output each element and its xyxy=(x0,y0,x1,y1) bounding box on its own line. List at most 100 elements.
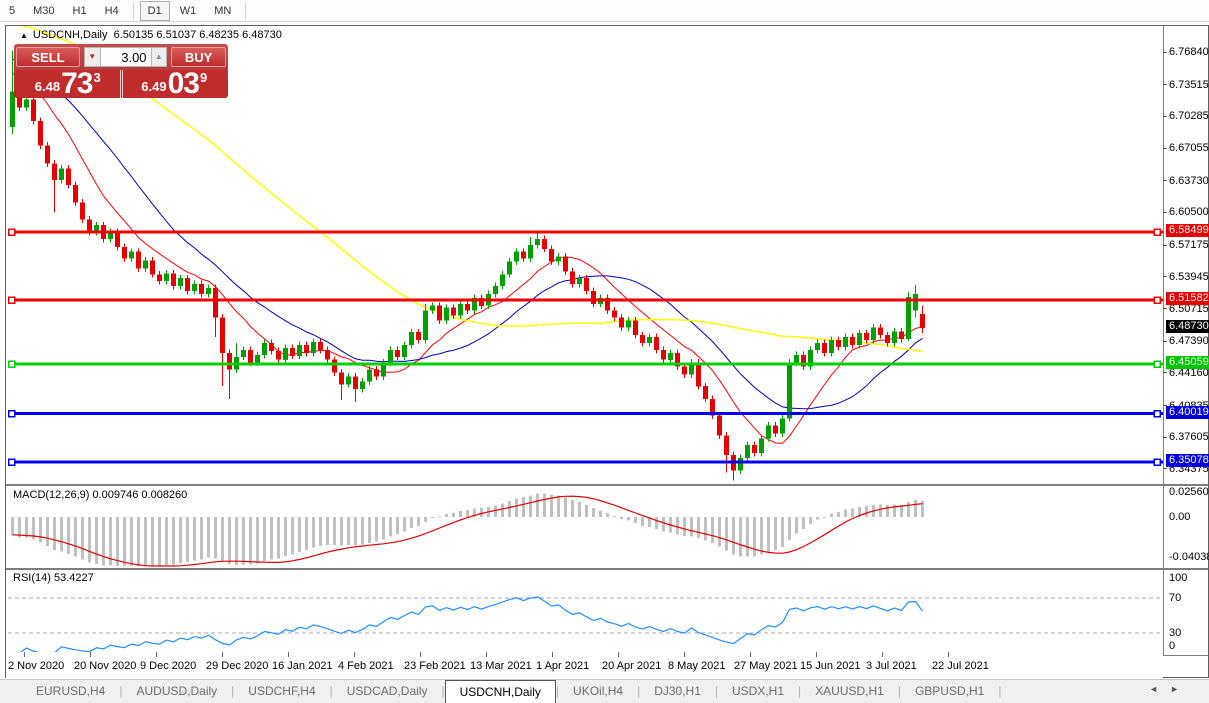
macd-histogram-bar xyxy=(424,517,427,522)
line-anchor-marker[interactable] xyxy=(9,229,15,235)
timeframe-button-w1[interactable]: W1 xyxy=(172,1,205,21)
macd-histogram-bar xyxy=(165,517,168,565)
tab-usdcnh[interactable]: USDCNH,Daily xyxy=(445,680,556,703)
line-anchor-marker[interactable] xyxy=(9,411,15,417)
macd-histogram-bar xyxy=(914,500,917,517)
line-anchor-marker[interactable] xyxy=(1154,229,1160,235)
candle-body xyxy=(157,274,162,281)
level-price-badge: 6.35078 xyxy=(1166,454,1209,467)
date-tick-mark xyxy=(618,652,619,657)
macd-histogram-bar xyxy=(298,517,301,552)
buy-price-display[interactable]: 6.49 03 9 xyxy=(122,70,227,98)
candle-body xyxy=(339,373,344,385)
tab-usdx[interactable]: USDX,H1 xyxy=(718,680,798,703)
price-tick-mark xyxy=(1163,276,1167,277)
line-anchor-marker[interactable] xyxy=(1154,361,1160,367)
line-anchor-marker[interactable] xyxy=(9,297,15,303)
candle-body xyxy=(178,278,183,286)
tab-usdcad[interactable]: USDCAD,Daily xyxy=(333,680,442,703)
macd-histogram-bar xyxy=(417,517,420,526)
sell-button[interactable]: SELL xyxy=(16,47,80,67)
macd-axis-label: -0.040388 xyxy=(1169,551,1209,563)
line-anchor-marker[interactable] xyxy=(1154,297,1160,303)
candle-body xyxy=(409,332,414,345)
tab-xauusd[interactable]: XAUUSD,H1 xyxy=(801,680,898,703)
candle-body xyxy=(619,318,624,328)
tab-usdchf[interactable]: USDCHF,H4 xyxy=(234,680,329,703)
tab-eurusd[interactable]: EURUSD,H4 xyxy=(22,680,119,703)
line-anchor-marker[interactable] xyxy=(1154,411,1160,417)
price-tick-mark xyxy=(1163,116,1167,117)
line-anchor-marker[interactable] xyxy=(1154,459,1160,465)
macd-histogram-bar xyxy=(886,505,889,517)
buy-button[interactable]: BUY xyxy=(171,47,226,67)
candle-body xyxy=(493,286,498,294)
date-tick-mark xyxy=(354,652,355,657)
tab-gbpusd[interactable]: GBPUSD,H1 xyxy=(901,680,998,703)
rsi-axis-label: 0 xyxy=(1169,640,1175,652)
candle-body xyxy=(752,445,757,453)
candle-body xyxy=(514,252,519,262)
macd-histogram-bar xyxy=(347,517,350,545)
candle-body xyxy=(248,350,253,363)
candle-body xyxy=(206,288,211,294)
candle-body xyxy=(913,294,918,311)
macd-histogram-bar xyxy=(592,508,595,517)
candle-body xyxy=(395,350,400,357)
tab-ukoil[interactable]: UKOil,H4 xyxy=(559,680,637,703)
timeframe-button-h4[interactable]: H4 xyxy=(97,1,127,21)
tab-dj30[interactable]: DJ30,H1 xyxy=(640,680,715,703)
macd-histogram-bar xyxy=(501,503,504,517)
collapse-triangle-icon[interactable]: ▲ xyxy=(20,31,28,40)
macd-histogram-bar xyxy=(655,517,658,529)
candle-body xyxy=(241,350,246,357)
macd-histogram-bar xyxy=(25,517,28,538)
tab-scroll-arrows[interactable]: ◄► xyxy=(1149,684,1191,694)
timeframe-button-h1[interactable]: H1 xyxy=(65,1,95,21)
date-tick-label: 13 Mar 2021 xyxy=(470,660,532,672)
candle-body xyxy=(304,345,309,353)
volume-decrease-button[interactable]: ▼ xyxy=(84,47,100,67)
candle-body xyxy=(59,168,64,180)
candle-body xyxy=(822,343,827,353)
volume-increase-button[interactable]: ▲ xyxy=(152,47,168,67)
timeframe-button-5[interactable]: 5 xyxy=(1,1,23,21)
price-tick-label: 6.37605 xyxy=(1169,431,1209,443)
candle-body xyxy=(724,435,729,455)
macd-histogram-bar xyxy=(221,517,224,561)
ma-mid-line xyxy=(13,59,923,409)
chart-title[interactable]: ▲USDCNH,Daily 6.50135 6.51037 6.48235 6.… xyxy=(20,29,282,41)
macd-histogram-bar xyxy=(522,497,525,517)
macd-histogram-bar xyxy=(865,506,868,517)
macd-histogram-bar xyxy=(228,517,231,564)
volume-input[interactable] xyxy=(100,47,152,67)
timeframe-button-m30[interactable]: M30 xyxy=(25,1,62,21)
line-anchor-marker[interactable] xyxy=(9,361,15,367)
macd-histogram-bar xyxy=(179,517,182,563)
candle-body xyxy=(290,348,295,356)
candle-body xyxy=(360,381,365,389)
date-axis[interactable]: 2 Nov 202020 Nov 20209 Dec 202029 Dec 20… xyxy=(6,652,1163,678)
macd-histogram-bar xyxy=(396,517,399,534)
candle-body xyxy=(871,327,876,340)
candle-body xyxy=(794,355,799,363)
macd-histogram-bar xyxy=(564,497,567,517)
candle-body xyxy=(892,331,897,343)
macd-histogram-bar xyxy=(46,517,49,546)
candle-body xyxy=(843,337,848,347)
candle-body xyxy=(626,321,631,328)
rsi-pane-canvas[interactable] xyxy=(8,570,1163,655)
candle-body xyxy=(850,337,855,345)
timeframe-button-mn[interactable]: MN xyxy=(206,1,239,21)
timeframe-button-d1[interactable]: D1 xyxy=(140,1,170,21)
candle-body xyxy=(521,252,526,259)
candle-body xyxy=(717,416,722,436)
price-tick-label: 6.47390 xyxy=(1169,335,1209,347)
candle-body xyxy=(878,327,883,335)
candle-body xyxy=(465,304,470,311)
tab-audusd[interactable]: AUDUSD,Daily xyxy=(122,680,231,703)
candle-body xyxy=(276,351,281,360)
line-anchor-marker[interactable] xyxy=(9,459,15,465)
date-tick-mark xyxy=(816,652,817,657)
sell-price-display[interactable]: 6.48 73 3 xyxy=(16,70,121,98)
